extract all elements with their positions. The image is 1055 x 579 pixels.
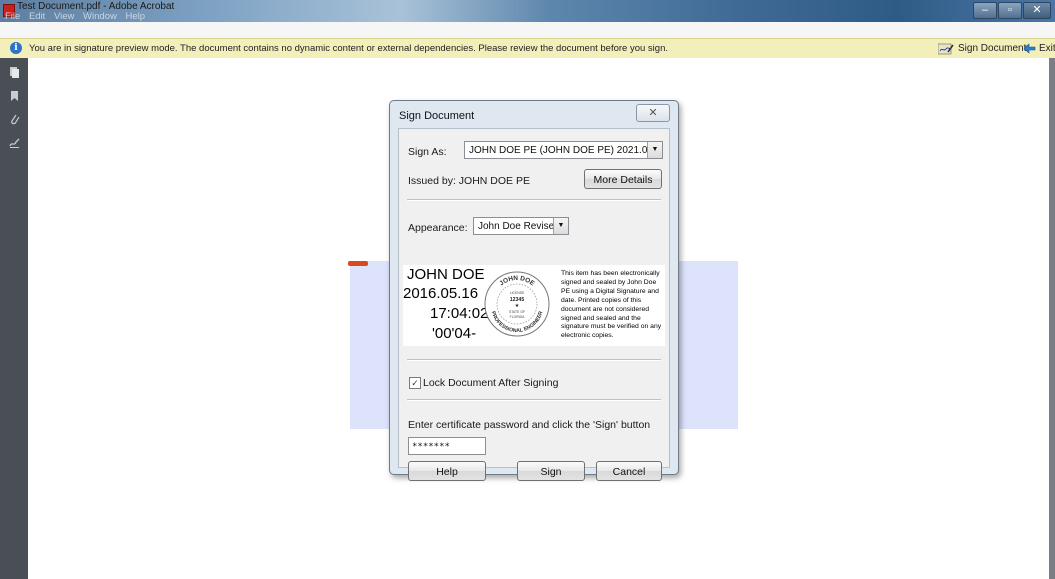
signature-field-marker <box>348 261 368 266</box>
cancel-button[interactable]: Cancel <box>596 461 662 481</box>
signatures-icon[interactable] <box>9 137 20 149</box>
signing-time: 17:04:02 <box>430 305 489 322</box>
dialog-title: Sign Document <box>399 110 475 122</box>
signer-name: JOHN DOE <box>407 266 485 283</box>
sign-as-dropdown[interactable]: JOHN DOE PE (JOHN DOE PE) 2021.02.15 ▼ <box>464 141 663 159</box>
lock-document-checkbox[interactable]: ✓ <box>409 377 421 389</box>
restore-button[interactable]: ▫ <box>998 2 1022 19</box>
attachments-icon[interactable] <box>9 113 20 125</box>
info-icon: i <box>10 42 22 54</box>
engineer-seal-image: JOHN DOE PROFESSIONAL ENGINEER LICENSE 1… <box>484 271 550 337</box>
sign-document-dialog: Sign Document ✕ Sign As: JOHN DOE PE (JO… <box>389 100 679 481</box>
lock-document-label: Lock Document After Signing <box>423 377 559 389</box>
pages-icon[interactable] <box>9 66 20 78</box>
chevron-down-icon: ▼ <box>647 142 662 158</box>
signature-preview-message-bar: i You are in signature preview mode. The… <box>0 38 1055 60</box>
signing-date: 2016.05.16 <box>403 285 479 302</box>
menu-window[interactable]: Window <box>83 11 117 22</box>
signature-appearance-preview: JOHN DOE 2016.05.16 17:04:02 '00'04- JOH… <box>403 265 665 346</box>
menu-help[interactable]: Help <box>125 11 145 22</box>
exit-arrow-icon <box>1023 43 1036 54</box>
certificate-password-input[interactable]: ******* <box>408 437 486 455</box>
signing-timezone: '00'04- <box>432 325 477 342</box>
divider <box>407 359 661 361</box>
navigation-pane <box>0 58 28 579</box>
chevron-down-icon: ▼ <box>553 218 568 234</box>
help-button[interactable]: Help <box>408 461 486 481</box>
window-controls: – ▫ ✕ <box>973 2 1051 19</box>
dialog-close-button[interactable]: ✕ <box>636 104 670 122</box>
appearance-label: Appearance: <box>408 222 468 234</box>
sign-as-label: Sign As: <box>408 146 447 158</box>
exit-button[interactable]: Exit <box>1023 41 1055 56</box>
bookmarks-icon[interactable] <box>9 90 20 102</box>
exit-label: Exit <box>1039 43 1055 54</box>
sign-button[interactable]: Sign <box>517 461 585 481</box>
menu-bar: File Edit View Window Help <box>5 11 151 22</box>
appearance-value: John Doe Revised <box>478 221 560 232</box>
menu-file[interactable]: File <box>5 11 20 22</box>
window-title-bar: Test Document.pdf - Adobe Acrobat File E… <box>0 0 1055 22</box>
sign-as-value: JOHN DOE PE (JOHN DOE PE) 2021.02.15 <box>469 145 663 156</box>
issued-by-text: Issued by: JOHN DOE PE <box>408 175 530 187</box>
seal-state-name: FLORIDA <box>510 315 525 319</box>
toolbar-strip <box>0 22 1055 38</box>
signature-notice-text: This item has been electronically signed… <box>561 270 662 340</box>
seal-state: STATE OF <box>509 310 525 314</box>
signature-pen-icon <box>938 43 954 54</box>
close-window-button[interactable]: ✕ <box>1023 2 1051 19</box>
preview-mode-message: You are in signature preview mode. The d… <box>29 43 669 54</box>
seal-license-word: LICENSE <box>510 291 525 295</box>
more-details-button[interactable]: More Details <box>584 169 662 189</box>
appearance-dropdown[interactable]: John Doe Revised ▼ <box>473 217 569 235</box>
divider <box>407 199 661 201</box>
dialog-body: Sign As: JOHN DOE PE (JOHN DOE PE) 2021.… <box>398 128 670 481</box>
menu-view[interactable]: View <box>54 11 74 22</box>
divider <box>407 399 661 401</box>
minimize-button[interactable]: – <box>973 2 997 19</box>
sign-document-label: Sign Document <box>958 43 1027 54</box>
seal-star-icon: ★ <box>515 303 520 309</box>
vertical-scrollbar[interactable] <box>1049 58 1055 579</box>
password-prompt: Enter certificate password and click the… <box>408 419 651 431</box>
menu-edit[interactable]: Edit <box>29 11 45 22</box>
sign-document-button[interactable]: Sign Document <box>938 41 1026 56</box>
